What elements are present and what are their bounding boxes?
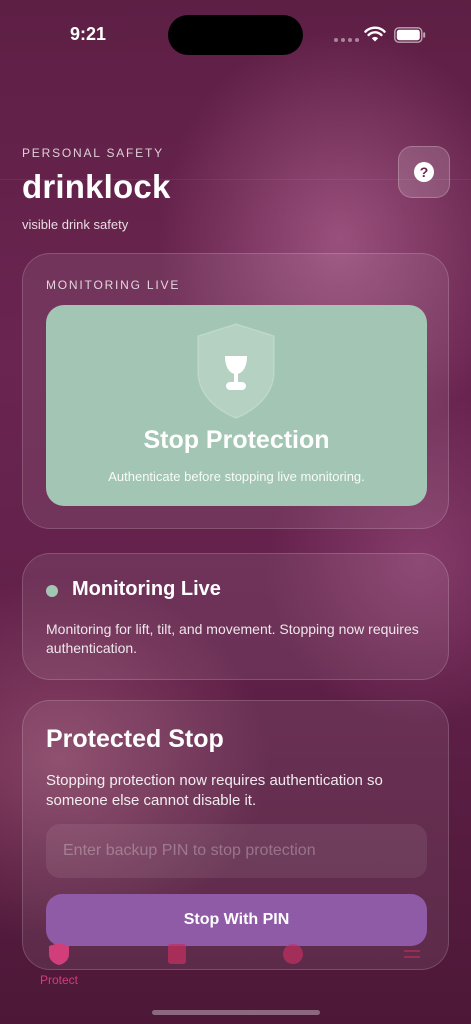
stop-protection-subtitle: Authenticate before stopping live monito… [108, 469, 365, 484]
protected-stop-card: Protected Stop Stopping protection now r… [22, 700, 449, 970]
status-title: Monitoring Live [72, 578, 221, 600]
monitoring-card: MONITORING LIVE Stop Protection Authenti… [22, 253, 449, 529]
status-bar: 9:21 [0, 0, 471, 60]
question-mark-icon: ? [414, 162, 434, 182]
cellular-signal-icon [334, 38, 359, 42]
stop-protection-button[interactable]: Stop Protection Authenticate before stop… [46, 305, 427, 506]
protected-stop-description: Stopping protection now requires authent… [46, 772, 383, 809]
live-status-dot [46, 585, 58, 597]
wifi-icon [364, 26, 386, 42]
help-button[interactable]: ? [398, 146, 450, 198]
battery-icon [394, 27, 426, 43]
home-indicator [152, 1010, 320, 1015]
protected-stop-title: Protected Stop [46, 725, 224, 753]
shield-icon [49, 943, 69, 965]
monitoring-label: MONITORING LIVE [46, 278, 181, 292]
app-title: drinklock [22, 168, 171, 205]
tab-protect-label: Protect [39, 973, 78, 987]
contacts-icon [283, 944, 303, 964]
tab-log[interactable] [137, 940, 217, 990]
stop-with-pin-button[interactable]: Stop With PIN [46, 894, 427, 946]
stop-protection-title: Stop Protection [143, 426, 330, 454]
tab-bar: Protect [0, 940, 471, 1000]
tab-settings[interactable] [372, 940, 452, 990]
backup-pin-input[interactable] [46, 824, 427, 878]
settings-icon [404, 950, 420, 958]
header-eyebrow: PERSONAL SAFETY [22, 146, 164, 160]
app-tagline: visible drink safety [22, 217, 129, 232]
tab-contacts[interactable] [253, 940, 333, 990]
log-icon [168, 944, 186, 964]
status-description: Monitoring for lift, tilt, and movement.… [46, 621, 419, 656]
shield-glass-icon [197, 323, 275, 419]
status-time: 9:21 [70, 24, 107, 44]
tab-protect[interactable]: Protect [19, 940, 99, 990]
dynamic-island [168, 15, 303, 55]
status-card: Monitoring Live Monitoring for lift, til… [22, 553, 449, 680]
